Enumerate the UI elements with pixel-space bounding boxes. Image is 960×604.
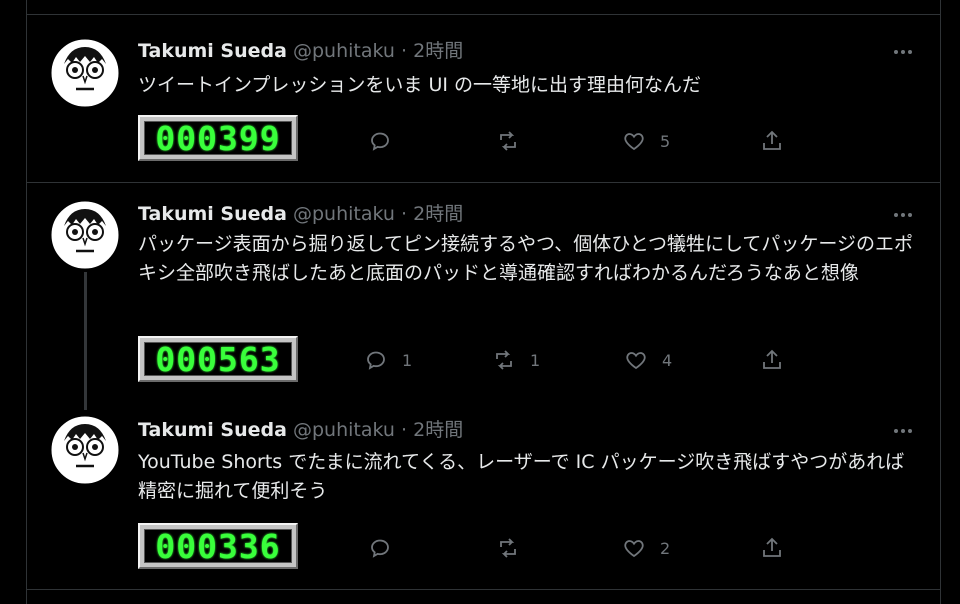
impression-digits: 000336 [155, 526, 281, 566]
like-count: 5 [660, 131, 671, 151]
heart-icon [624, 133, 644, 151]
separator-dot: · [401, 40, 408, 62]
author-handle[interactable]: @puhitaku [293, 40, 395, 62]
author-name[interactable]: Takumi Sueda [138, 419, 287, 441]
like-count: 2 [660, 538, 671, 558]
timeline-border-right [940, 0, 941, 604]
impression-counter: 000563 [138, 336, 298, 382]
reply-button[interactable] [368, 536, 406, 560]
tweet-text: ツイートインプレッションをいま UI の一等地に出す理由何なんだ [138, 74, 702, 96]
divider [26, 589, 940, 590]
like-button[interactable]: 5 [622, 129, 670, 153]
reply-icon [367, 351, 385, 370]
reply-button[interactable] [368, 129, 406, 153]
heart-icon [624, 540, 644, 558]
tweet-text: YouTube Shorts でたまに流れてくる、レーザーで IC パッケージ吹… [138, 451, 905, 502]
separator-dot: · [401, 419, 408, 441]
more-icon[interactable] [892, 420, 914, 442]
reply-icon [371, 132, 389, 151]
like-button[interactable]: 4 [624, 348, 672, 372]
avatar[interactable] [50, 415, 120, 485]
avatar[interactable] [50, 38, 120, 108]
tweet-text: パッケージ表面から掘り返してピン接続するやつ、個体ひとつ犠牲にしてパッケージのエ… [138, 233, 914, 284]
more-icon[interactable] [892, 204, 914, 226]
retweet-button[interactable] [496, 536, 534, 560]
author-handle[interactable]: @puhitaku [293, 419, 395, 441]
author-handle[interactable]: @puhitaku [293, 203, 395, 225]
retweet-button[interactable]: 1 [492, 348, 540, 372]
more-icon[interactable] [892, 41, 914, 63]
impression-counter: 000336 [138, 523, 298, 569]
retweet-icon [496, 350, 512, 370]
tweet[interactable]: Takumi Sueda @puhitaku · 2時間 YouTube Sho… [26, 399, 940, 589]
timestamp[interactable]: 2時間 [413, 419, 463, 441]
like-count: 4 [662, 350, 673, 370]
like-button[interactable]: 2 [622, 536, 670, 560]
timestamp[interactable]: 2時間 [413, 203, 463, 225]
tweet-header: Takumi Sueda @puhitaku · 2時間 [138, 39, 463, 63]
share-button[interactable] [760, 536, 784, 560]
share-button[interactable] [760, 348, 784, 372]
share-icon [763, 537, 781, 557]
retweet-icon [500, 538, 516, 558]
reply-icon [371, 539, 389, 558]
tweet-header: Takumi Sueda @puhitaku · 2時間 [138, 202, 463, 226]
author-name[interactable]: Takumi Sueda [138, 203, 287, 225]
share-icon [763, 349, 781, 369]
retweet-button[interactable] [496, 129, 534, 153]
author-name[interactable]: Takumi Sueda [138, 40, 287, 62]
tweet[interactable]: Takumi Sueda @puhitaku · 2時間 ツイートインプレッショ… [26, 15, 940, 182]
share-icon [763, 130, 781, 150]
avatar[interactable] [50, 200, 120, 270]
reply-button[interactable]: 1 [364, 348, 412, 372]
tweet[interactable]: Takumi Sueda @puhitaku · 2時間 パッケージ表面から掘り… [26, 183, 940, 399]
separator-dot: · [401, 203, 408, 225]
retweet-icon [500, 131, 516, 151]
heart-icon [626, 352, 646, 370]
reply-count: 1 [402, 350, 413, 370]
timestamp[interactable]: 2時間 [413, 40, 463, 62]
retweet-count: 1 [530, 350, 541, 370]
tweet-header: Takumi Sueda @puhitaku · 2時間 [138, 418, 463, 442]
share-button[interactable] [760, 129, 784, 153]
impression-digits: 000399 [155, 118, 281, 158]
impression-counter: 000399 [138, 115, 298, 161]
impression-digits: 000563 [155, 339, 281, 379]
